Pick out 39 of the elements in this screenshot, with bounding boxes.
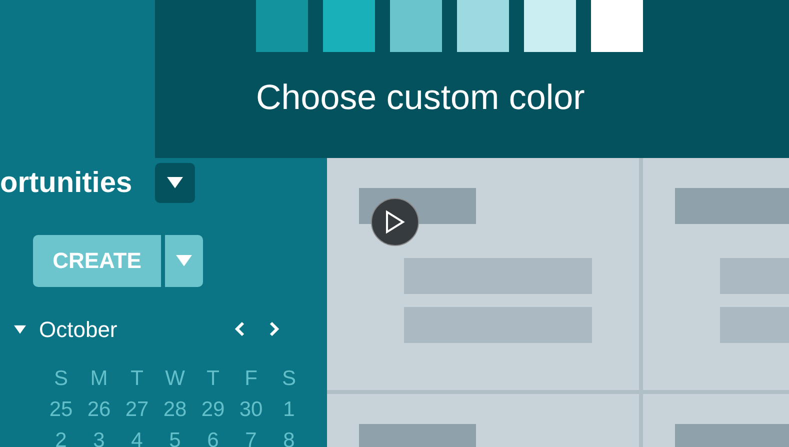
color-swatch[interactable] <box>323 0 375 52</box>
next-button[interactable] <box>268 321 282 339</box>
calendar-day[interactable]: 2 <box>42 427 80 447</box>
calendar-day[interactable]: 3 <box>80 427 118 447</box>
calendar-day[interactable]: 27 <box>118 396 156 423</box>
month-label: October <box>39 317 118 343</box>
page-heading: ortunities <box>0 166 134 200</box>
caret-icon <box>14 323 26 335</box>
calendar-day[interactable]: 4 <box>118 427 156 447</box>
color-swatch[interactable] <box>524 0 576 52</box>
dialog-title: Choose custom color <box>256 78 586 118</box>
color-swatch[interactable] <box>256 0 308 52</box>
calendar-day[interactable]: 6 <box>194 427 232 447</box>
weekday-label: W <box>164 366 186 392</box>
calendar-day[interactable]: 7 <box>232 427 270 447</box>
color-swatch[interactable] <box>457 0 509 52</box>
play-icon <box>385 210 405 234</box>
calendar-day[interactable]: 30 <box>232 396 270 423</box>
caret-icon <box>176 255 192 267</box>
weekday-label: T <box>130 366 144 392</box>
weekday-label: S <box>280 366 297 392</box>
color-swatch[interactable] <box>390 0 442 52</box>
calendar-day[interactable]: 26 <box>80 396 118 423</box>
calendar-day[interactable]: 25 <box>42 396 80 423</box>
create-button[interactable]: CREATE <box>33 235 161 287</box>
dropdown-button[interactable] <box>155 163 195 203</box>
weekday-label: F <box>244 366 258 392</box>
caret-icon <box>167 177 183 189</box>
calendar-day[interactable]: 1 <box>270 396 308 423</box>
calendar-day[interactable]: 8 <box>270 427 308 447</box>
weekday-label: S <box>52 366 69 392</box>
calendar-day[interactable]: 5 <box>156 427 194 447</box>
weekday-label: M <box>89 366 109 392</box>
chevron-left-icon <box>234 321 246 337</box>
calendar-day[interactable]: 29 <box>194 396 232 423</box>
color-swatch[interactable] <box>591 0 643 52</box>
calendar-day[interactable]: 28 <box>156 396 194 423</box>
chevron-right-icon <box>268 321 280 337</box>
weekday-label: T <box>206 366 220 392</box>
